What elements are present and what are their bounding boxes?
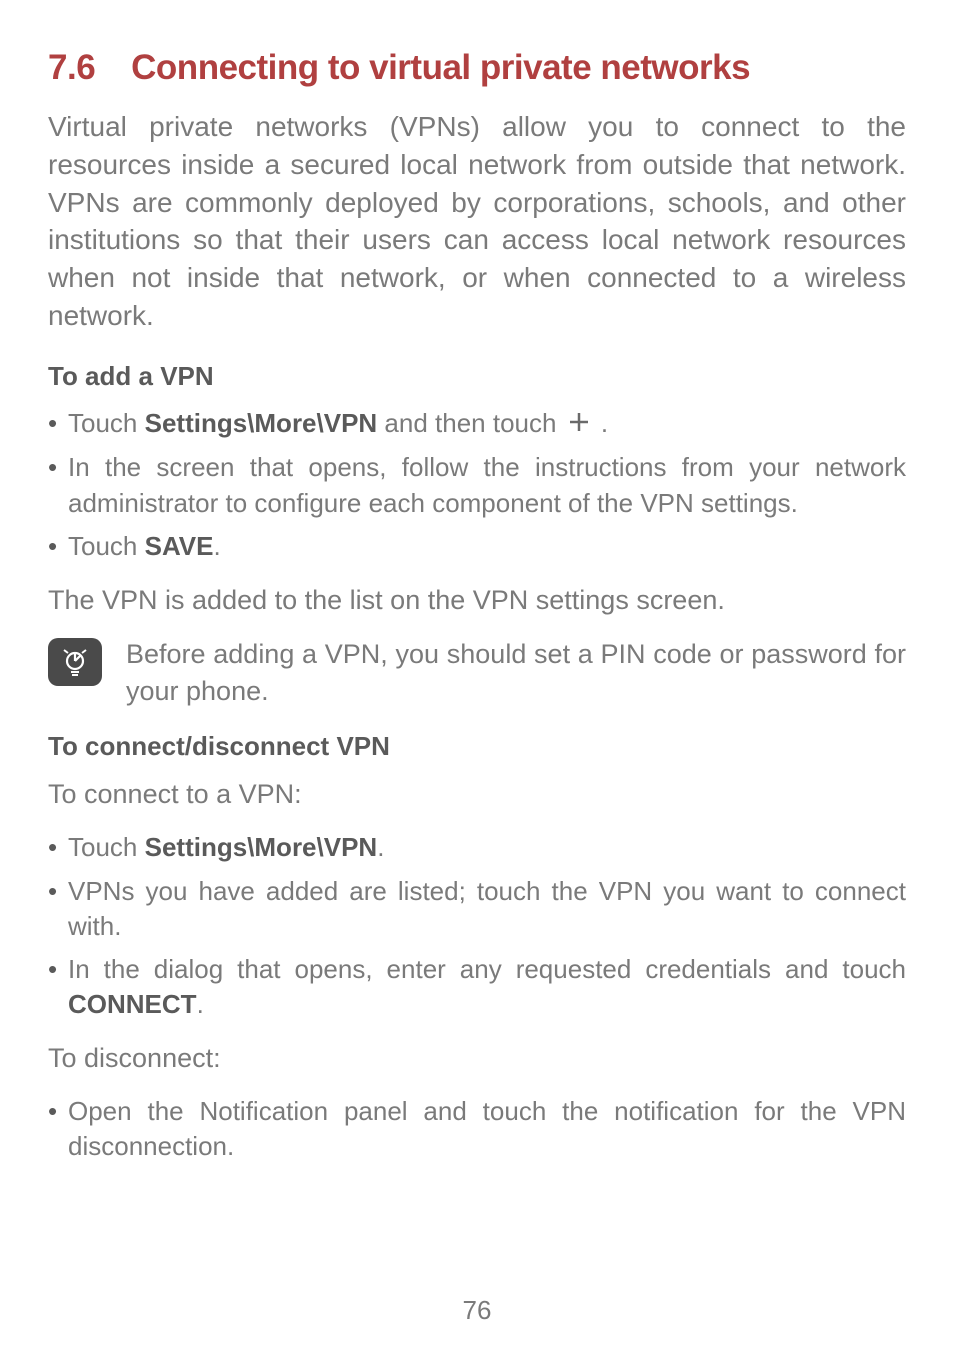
list-item-text: VPNs you have added are listed; touch th… bbox=[68, 874, 906, 944]
list-item: • In the dialog that opens, enter any re… bbox=[48, 952, 906, 1022]
bold-text: Settings\More\VPN bbox=[145, 408, 378, 438]
list-item: • Open the Notification panel and touch … bbox=[48, 1094, 906, 1164]
list-item-text: Touch Settings\More\VPN and then touch . bbox=[68, 406, 906, 443]
text-fragment: . bbox=[594, 408, 608, 438]
list-item: • Touch Settings\More\VPN. bbox=[48, 830, 906, 865]
disconnect-vpn-list: • Open the Notification panel and touch … bbox=[48, 1094, 906, 1164]
text-fragment: In the dialog that opens, enter any requ… bbox=[68, 954, 906, 984]
bold-text: Settings\More\VPN bbox=[145, 832, 378, 862]
bold-text: CONNECT bbox=[68, 989, 197, 1019]
connect-vpn-list: • Touch Settings\More\VPN. • VPNs you ha… bbox=[48, 830, 906, 1021]
intro-paragraph: Virtual private networks (VPNs) allow yo… bbox=[48, 108, 906, 335]
tip-icon bbox=[48, 638, 102, 686]
text-fragment: . bbox=[213, 531, 220, 561]
section-number: 7.6 bbox=[48, 48, 95, 88]
body-paragraph: The VPN is added to the list on the VPN … bbox=[48, 582, 906, 618]
bullet-dot: • bbox=[48, 830, 68, 865]
text-fragment: Touch bbox=[68, 408, 145, 438]
list-item-text: Open the Notification panel and touch th… bbox=[68, 1094, 906, 1164]
bullet-dot: • bbox=[48, 1094, 68, 1164]
list-item-text: Touch SAVE. bbox=[68, 529, 906, 564]
list-item: • In the screen that opens, follow the i… bbox=[48, 450, 906, 520]
list-item-text: In the screen that opens, follow the ins… bbox=[68, 450, 906, 520]
note-text: Before adding a VPN, you should set a PI… bbox=[126, 636, 906, 709]
bullet-dot: • bbox=[48, 406, 68, 443]
list-item: • VPNs you have added are listed; touch … bbox=[48, 874, 906, 944]
sub-heading-connect-vpn: To connect/disconnect VPN bbox=[48, 731, 906, 762]
text-fragment: Touch bbox=[68, 832, 145, 862]
sub-heading-add-vpn: To add a VPN bbox=[48, 361, 906, 392]
text-fragment: . bbox=[197, 989, 204, 1019]
list-item: • Touch Settings\More\VPN and then touch… bbox=[48, 406, 906, 443]
bullet-dot: • bbox=[48, 529, 68, 564]
section-heading: 7.6 Connecting to virtual private network… bbox=[48, 48, 906, 88]
text-fragment: and then touch bbox=[377, 408, 563, 438]
body-paragraph: To disconnect: bbox=[48, 1040, 906, 1076]
section-title: Connecting to virtual private networks bbox=[131, 48, 750, 87]
bold-text: SAVE bbox=[145, 531, 214, 561]
list-item-text: Touch Settings\More\VPN. bbox=[68, 830, 906, 865]
bullet-dot: • bbox=[48, 450, 68, 520]
bullet-dot: • bbox=[48, 952, 68, 1022]
body-paragraph: To connect to a VPN: bbox=[48, 776, 906, 812]
note-block: Before adding a VPN, you should set a PI… bbox=[48, 636, 906, 709]
text-fragment: . bbox=[377, 832, 384, 862]
list-item: • Touch SAVE. bbox=[48, 529, 906, 564]
plus-icon bbox=[568, 407, 590, 442]
text-fragment: Touch bbox=[68, 531, 145, 561]
page-number: 76 bbox=[0, 1295, 954, 1326]
list-item-text: In the dialog that opens, enter any requ… bbox=[68, 952, 906, 1022]
add-vpn-list: • Touch Settings\More\VPN and then touch… bbox=[48, 406, 906, 564]
bullet-dot: • bbox=[48, 874, 68, 944]
